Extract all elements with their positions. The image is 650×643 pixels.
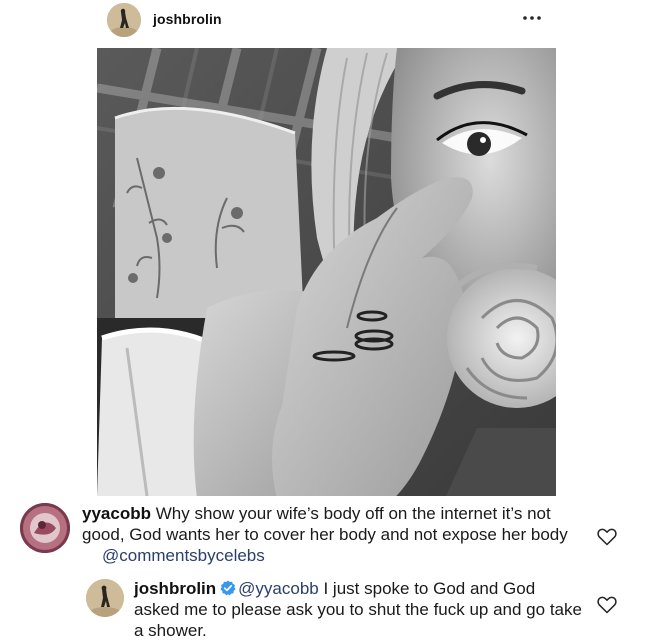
post-photo[interactable] — [97, 48, 556, 496]
comment-username[interactable]: yyacobb — [82, 504, 151, 523]
heart-outline-icon — [597, 596, 617, 614]
commenter-avatar[interactable] — [86, 579, 124, 617]
more-options-button[interactable] — [520, 8, 544, 28]
comment-item: joshbrolin @yyacobb I just spoke to God a… — [0, 578, 650, 643]
more-horizontal-icon — [523, 16, 541, 20]
comment-mention[interactable]: @yyacobb — [238, 579, 319, 598]
like-comment-button[interactable] — [597, 528, 617, 546]
post-header: joshbrolin — [0, 0, 650, 46]
like-comment-button[interactable] — [597, 596, 617, 614]
comment-body: yyacobb Why show your wife’s body off on… — [82, 503, 582, 566]
commenter-avatar[interactable] — [20, 503, 70, 553]
heart-outline-icon — [597, 528, 617, 546]
verified-badge-icon — [220, 580, 236, 596]
comment-tag[interactable]: @commentsbycelebs — [102, 546, 265, 565]
author-avatar[interactable] — [107, 3, 141, 37]
comment-item: yyacobb Why show your wife’s body off on… — [0, 503, 650, 573]
comment-message: Why show your wife’s body off on the int… — [82, 504, 568, 544]
comment-username[interactable]: joshbrolin — [134, 579, 216, 598]
author-username[interactable]: joshbrolin — [153, 11, 222, 27]
comment-body: joshbrolin @yyacobb I just spoke to God a… — [134, 578, 584, 641]
